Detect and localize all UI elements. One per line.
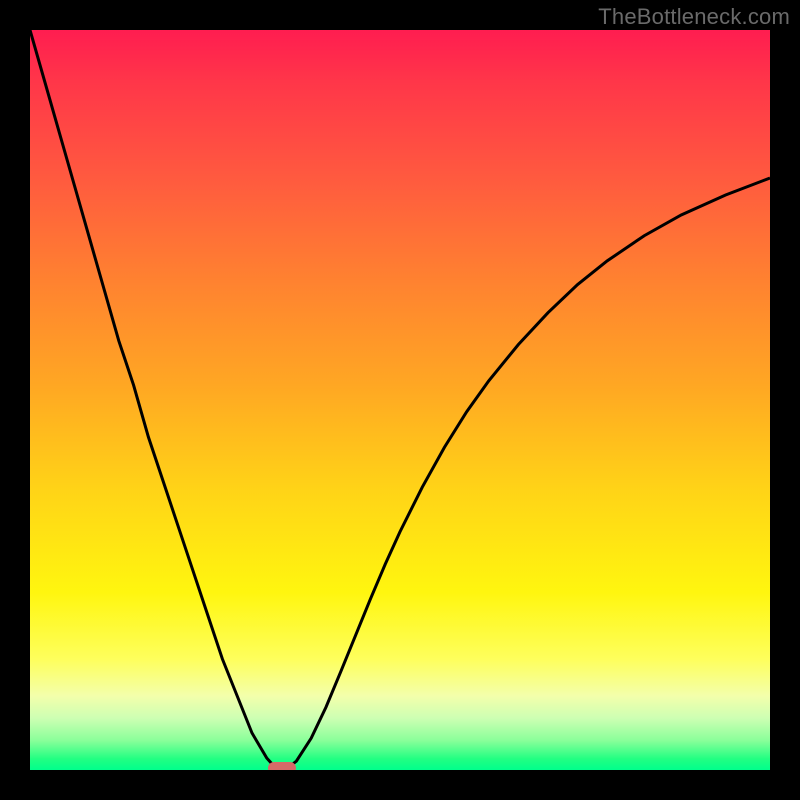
curve-line xyxy=(30,30,770,770)
plot-area xyxy=(30,30,770,770)
chart-frame: TheBottleneck.com xyxy=(0,0,800,800)
minimum-marker xyxy=(268,762,296,770)
watermark-text: TheBottleneck.com xyxy=(598,4,790,30)
